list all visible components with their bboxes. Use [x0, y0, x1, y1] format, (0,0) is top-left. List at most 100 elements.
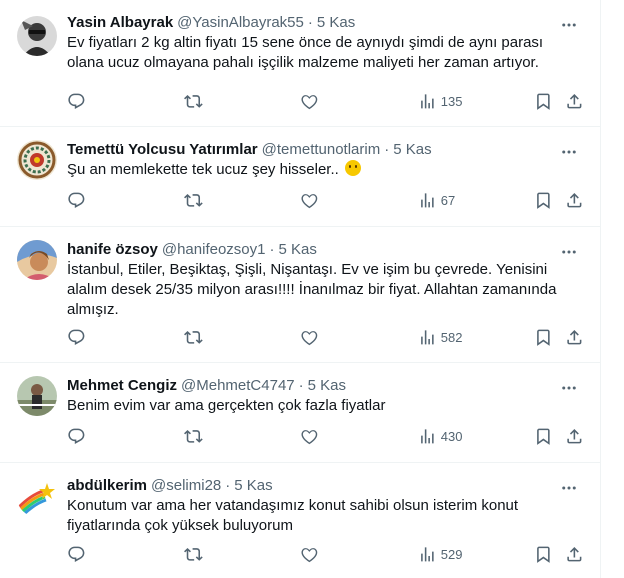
avatar[interactable] — [17, 376, 57, 416]
tweet-actions: 67 — [67, 190, 584, 210]
hugging-face-icon — [344, 160, 361, 176]
tweet[interactable]: Yasin Albayrak @YasinAlbayrak55 · 5 Kas … — [0, 0, 600, 127]
reply-button[interactable] — [67, 427, 86, 446]
share-icon — [567, 546, 582, 562]
user-handle[interactable]: @MehmetC4747 — [181, 377, 295, 394]
bookmark-button[interactable] — [534, 545, 553, 564]
more-icon[interactable] — [560, 143, 578, 161]
views-icon — [421, 329, 434, 345]
like-button[interactable] — [300, 427, 319, 446]
reply-icon — [68, 192, 85, 208]
more-icon[interactable] — [560, 243, 578, 261]
bookmark-icon — [537, 329, 550, 346]
share-button[interactable] — [565, 545, 584, 564]
timestamp[interactable]: 5 Kas — [308, 377, 346, 394]
bookmark-icon — [537, 428, 550, 445]
bookmark-icon — [537, 192, 550, 209]
views-icon — [421, 93, 434, 109]
like-button[interactable] — [300, 191, 319, 210]
timestamp[interactable]: 5 Kas — [317, 14, 355, 31]
display-name[interactable]: abdülkerim — [67, 477, 147, 494]
views-icon — [421, 192, 434, 208]
retweet-button[interactable] — [184, 545, 203, 564]
display-name[interactable]: Temettü Yolcusu Yatırımlar — [67, 141, 258, 158]
bookmark-button[interactable] — [534, 427, 553, 446]
tweet[interactable]: hanife özsoy @hanifeozsoy1 · 5 Kas İstan… — [0, 227, 600, 363]
bookmark-button[interactable] — [534, 92, 553, 111]
retweet-icon — [184, 330, 203, 344]
tweet[interactable]: Mehmet Cengiz @MehmetC4747 · 5 Kas Benim… — [0, 363, 600, 463]
bookmark-button[interactable] — [534, 328, 553, 347]
more-icon[interactable] — [560, 379, 578, 397]
more-icon[interactable] — [560, 16, 578, 34]
retweet-button[interactable] — [184, 427, 203, 446]
avatar[interactable] — [17, 140, 57, 180]
tweet[interactable]: Temettü Yolcusu Yatırımlar @temettunotla… — [0, 127, 600, 227]
share-button[interactable] — [565, 92, 584, 111]
retweet-button[interactable] — [184, 328, 203, 347]
reply-button[interactable] — [67, 328, 86, 347]
views-button[interactable]: 582 — [418, 328, 462, 347]
reply-icon — [68, 329, 85, 345]
tweet-actions: 582 — [67, 327, 584, 347]
bookmark-icon — [537, 546, 550, 563]
tweet[interactable]: abdülkerim @selimi28 · 5 Kas Konutum var… — [0, 463, 600, 578]
views-button[interactable]: 67 — [418, 191, 455, 210]
retweet-icon — [184, 94, 203, 108]
reply-icon — [68, 93, 85, 109]
like-button[interactable] — [300, 92, 319, 111]
views-icon — [421, 546, 434, 562]
retweet-button[interactable] — [184, 92, 203, 111]
share-button[interactable] — [565, 328, 584, 347]
tweet-text-wrap: Şu an memlekette tek ucuz şey hisseler.. — [67, 160, 584, 180]
more-icon[interactable] — [560, 479, 578, 497]
share-icon — [567, 192, 582, 208]
avatar[interactable] — [17, 240, 57, 280]
tweet-header: Mehmet Cengiz @MehmetC4747 · 5 Kas — [67, 375, 584, 395]
separator: · — [298, 376, 304, 394]
tweet-header: Temettü Yolcusu Yatırımlar @temettunotla… — [67, 139, 584, 159]
user-handle[interactable]: @temettunotlarim — [262, 141, 381, 158]
user-handle[interactable]: @YasinAlbayrak55 — [177, 14, 304, 31]
separator: · — [269, 240, 275, 258]
user-handle[interactable]: @selimi28 — [151, 477, 221, 494]
retweet-icon — [184, 547, 203, 561]
display-name[interactable]: Mehmet Cengiz — [67, 377, 177, 394]
like-icon — [301, 429, 318, 444]
like-button[interactable] — [300, 545, 319, 564]
retweet-icon — [184, 193, 203, 207]
share-icon — [567, 329, 582, 345]
view-count: 135 — [440, 93, 463, 109]
views-button[interactable]: 430 — [418, 427, 462, 446]
avatar[interactable] — [17, 16, 57, 56]
view-count: 529 — [440, 546, 463, 562]
timestamp[interactable]: 5 Kas — [278, 241, 316, 258]
avatar[interactable] — [17, 477, 57, 517]
separator: · — [307, 13, 313, 31]
tweet-text: İstanbul, Etiler, Beşiktaş, Şişli, Nişan… — [67, 261, 561, 318]
tweet-header: hanife özsoy @hanifeozsoy1 · 5 Kas — [67, 239, 584, 259]
views-button[interactable]: 529 — [418, 545, 462, 564]
views-button[interactable]: 135 — [418, 92, 462, 111]
timestamp[interactable]: 5 Kas — [234, 477, 272, 494]
retweet-button[interactable] — [184, 191, 203, 210]
display-name[interactable]: Yasin Albayrak — [67, 14, 173, 31]
share-button[interactable] — [565, 427, 584, 446]
like-icon — [301, 547, 318, 562]
user-handle[interactable]: @hanifeozsoy1 — [162, 241, 266, 258]
tweet-text: Konutum var ama her vatandaşımız konut s… — [67, 497, 523, 534]
reply-button[interactable] — [67, 545, 86, 564]
display-name[interactable]: hanife özsoy — [67, 241, 158, 258]
reply-feed: Yasin Albayrak @YasinAlbayrak55 · 5 Kas … — [0, 0, 601, 578]
reply-icon — [68, 546, 85, 562]
tweet-header: Yasin Albayrak @YasinAlbayrak55 · 5 Kas — [67, 12, 584, 32]
reply-button[interactable] — [67, 92, 86, 111]
bookmark-icon — [537, 93, 550, 110]
like-button[interactable] — [300, 328, 319, 347]
tweet-actions: 430 — [67, 426, 584, 446]
bookmark-button[interactable] — [534, 191, 553, 210]
share-button[interactable] — [565, 191, 584, 210]
timestamp[interactable]: 5 Kas — [393, 141, 431, 158]
reply-button[interactable] — [67, 191, 86, 210]
like-icon — [301, 193, 318, 208]
